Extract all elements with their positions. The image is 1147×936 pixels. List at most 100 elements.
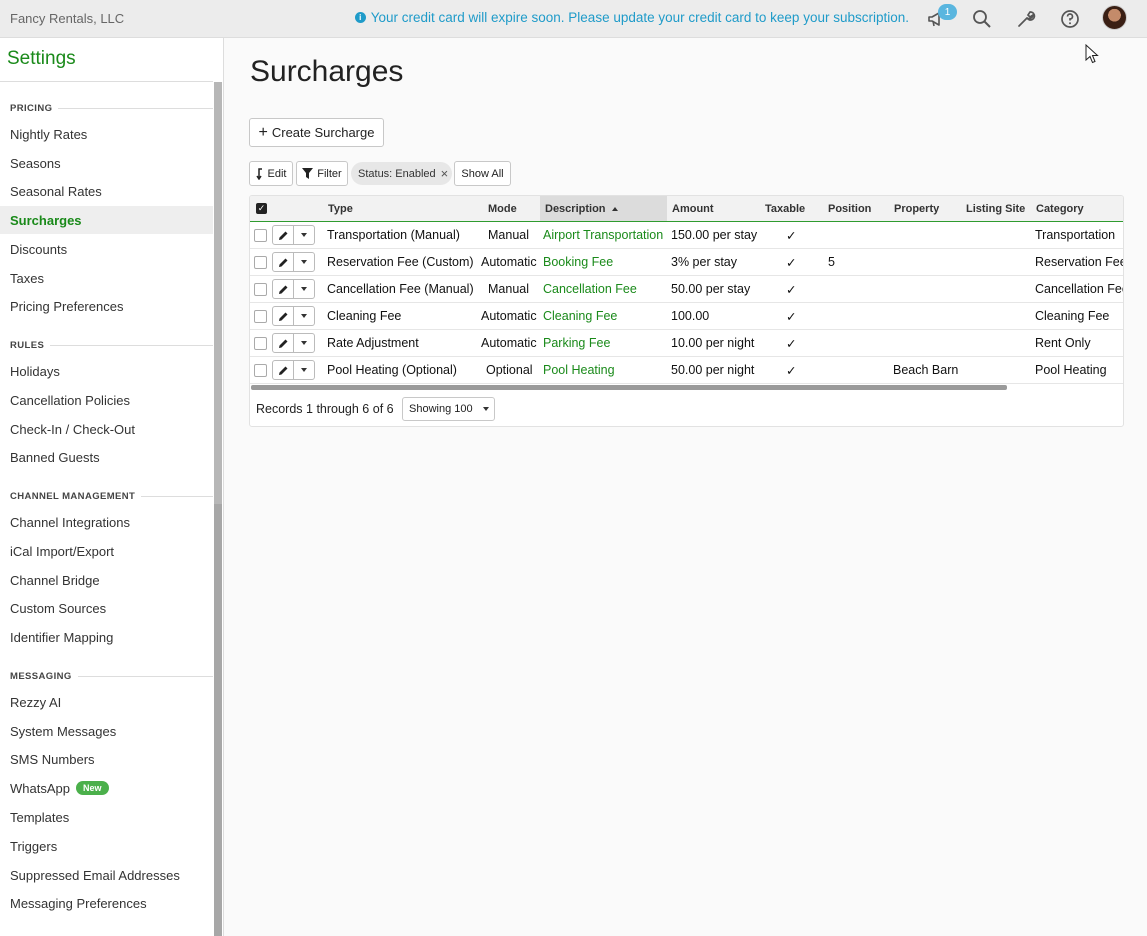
cell-description-link[interactable]: Parking Fee [543, 330, 610, 356]
pencil-icon[interactable] [272, 252, 294, 272]
table-row[interactable]: Cleaning Fee Automatic Cleaning Fee 100.… [250, 303, 1123, 330]
sidebar-item-nightly-rates[interactable]: Nightly Rates [0, 120, 213, 148]
sidebar-item-messaging-preferences[interactable]: Messaging Preferences [0, 889, 213, 917]
sidebar-divider [0, 81, 213, 82]
pencil-icon[interactable] [272, 279, 294, 299]
sidebar-item-check-in-check-out[interactable]: Check-In / Check-Out [0, 415, 213, 443]
pencil-icon[interactable] [272, 360, 294, 380]
sidebar-item-surcharges[interactable]: Surcharges [0, 206, 213, 234]
taxable-check-icon: ✓ [786, 255, 797, 270]
banner-text[interactable]: Your credit card will expire soon. Pleas… [371, 10, 909, 25]
filter-button[interactable]: Filter [296, 161, 348, 186]
table-row[interactable]: Transportation (Manual) Manual Airport T… [250, 222, 1123, 249]
edit-label: Edit [267, 167, 287, 180]
sidebar-scrollbar[interactable] [214, 82, 222, 936]
cell-mode: Manual [488, 228, 529, 242]
help-icon[interactable] [1059, 8, 1081, 30]
table-row[interactable]: Pool Heating (Optional) Optional Pool He… [250, 357, 1123, 384]
create-surcharge-button[interactable]: + Create Surcharge [249, 118, 384, 147]
cell-type: Pool Heating (Optional) [327, 363, 457, 377]
section-heading-pricing: PRICING [10, 103, 213, 114]
sidebar-item-seasonal-rates[interactable]: Seasonal Rates [0, 177, 213, 205]
pencil-icon[interactable] [272, 333, 294, 353]
cell-description-link[interactable]: Pool Heating [543, 357, 615, 383]
cell-description-link[interactable]: Cleaning Fee [543, 303, 617, 329]
surcharges-table: ✓ Type Mode Description Amount Taxable P… [249, 195, 1124, 427]
credit-card-banner[interactable]: i Your credit card will expire soon. Ple… [354, 10, 909, 25]
settings-sidebar: Settings PRICING Nightly Rates Seasons S… [0, 38, 224, 936]
column-header-description[interactable]: Description [540, 196, 667, 221]
cell-description-link[interactable]: Cancellation Fee [543, 276, 637, 302]
pencil-icon[interactable] [272, 306, 294, 326]
create-surcharge-label: Create Surcharge [271, 125, 375, 140]
column-header-position[interactable]: Position [823, 196, 889, 221]
wrench-icon[interactable] [1015, 8, 1037, 30]
sidebar-item-custom-sources[interactable]: Custom Sources [0, 594, 213, 622]
sidebar-item-taxes[interactable]: Taxes [0, 264, 213, 292]
search-icon[interactable] [971, 8, 993, 30]
row-checkbox[interactable] [254, 283, 267, 296]
column-header-mode[interactable]: Mode [483, 196, 540, 221]
sidebar-item-holidays[interactable]: Holidays [0, 357, 213, 385]
show-all-button[interactable]: Show All [454, 161, 511, 186]
sidebar-item-sms-numbers[interactable]: SMS Numbers [0, 745, 213, 773]
sidebar-item-pricing-preferences[interactable]: Pricing Preferences [0, 292, 213, 320]
row-actions-chevron-down-icon[interactable] [293, 360, 315, 380]
cell-mode: Manual [488, 282, 529, 296]
row-actions-chevron-down-icon[interactable] [293, 252, 315, 272]
sidebar-scrollbar-thumb[interactable] [214, 504, 222, 936]
row-actions-chevron-down-icon[interactable] [293, 333, 315, 353]
column-header-type[interactable]: Type [323, 196, 483, 221]
sidebar-item-rezzy-ai[interactable]: Rezzy AI [0, 688, 213, 716]
cell-description-link[interactable]: Booking Fee [543, 249, 613, 275]
sidebar-item-seasons[interactable]: Seasons [0, 149, 213, 177]
row-actions-chevron-down-icon[interactable] [293, 225, 315, 245]
sidebar-item-banned-guests[interactable]: Banned Guests [0, 443, 213, 471]
sidebar-item-channel-integrations[interactable]: Channel Integrations [0, 508, 213, 536]
cell-category: Reservation Fee [1035, 255, 1124, 269]
sidebar-item-system-messages[interactable]: System Messages [0, 717, 213, 745]
sidebar-item-templates[interactable]: Templates [0, 803, 213, 831]
sidebar-item-whatsapp[interactable]: WhatsApp New [0, 774, 213, 802]
info-icon: i [354, 12, 366, 23]
row-actions-chevron-down-icon[interactable] [293, 306, 315, 326]
sidebar-item-identifier-mapping[interactable]: Identifier Mapping [0, 623, 213, 651]
column-header-amount[interactable]: Amount [667, 196, 760, 221]
page-size-select[interactable]: Showing 100 [402, 397, 495, 421]
taxable-check-icon: ✓ [786, 228, 797, 243]
table-horizontal-scrollbar[interactable] [251, 385, 1007, 390]
cell-mode: Optional [486, 363, 533, 377]
row-checkbox[interactable] [254, 310, 267, 323]
select-all-checkbox[interactable]: ✓ [256, 203, 267, 214]
table-row[interactable]: Rate Adjustment Automatic Parking Fee 10… [250, 330, 1123, 357]
edit-button[interactable]: Edit [249, 161, 293, 186]
sidebar-item-ical-import-export[interactable]: iCal Import/Export [0, 537, 213, 565]
pencil-icon[interactable] [272, 225, 294, 245]
table-row[interactable]: Reservation Fee (Custom) Automatic Booki… [250, 249, 1124, 276]
column-header-listing-site[interactable]: Listing Site [961, 196, 1031, 221]
column-header-taxable[interactable]: Taxable [760, 196, 823, 221]
row-checkbox[interactable] [254, 229, 267, 242]
cell-property: Beach Barn [893, 363, 959, 377]
row-actions-chevron-down-icon[interactable] [293, 279, 315, 299]
sidebar-item-cancellation-policies[interactable]: Cancellation Policies [0, 386, 213, 414]
status-chip-label: Status: Enabled [358, 167, 436, 180]
table-row[interactable]: Cancellation Fee (Manual) Manual Cancell… [250, 276, 1123, 303]
close-icon[interactable]: × [441, 166, 449, 181]
cell-amount: 50.00 per stay [671, 282, 751, 296]
edit-arrow-icon [255, 167, 262, 180]
row-checkbox[interactable] [254, 337, 267, 350]
table-header: ✓ Type Mode Description Amount Taxable P… [250, 196, 1123, 222]
column-header-property[interactable]: Property [889, 196, 961, 221]
sidebar-item-triggers[interactable]: Triggers [0, 832, 213, 860]
sidebar-item-channel-bridge[interactable]: Channel Bridge [0, 566, 213, 594]
cell-type: Cleaning Fee [327, 309, 402, 323]
row-checkbox[interactable] [254, 364, 267, 377]
sidebar-item-suppressed-email-addresses[interactable]: Suppressed Email Addresses [0, 861, 213, 889]
column-header-category[interactable]: Category [1031, 196, 1123, 221]
row-checkbox[interactable] [254, 256, 267, 269]
avatar[interactable] [1102, 5, 1127, 30]
sidebar-title: Settings [7, 48, 76, 69]
cell-description-link[interactable]: Airport Transportation [543, 222, 663, 248]
sidebar-item-discounts[interactable]: Discounts [0, 235, 213, 263]
